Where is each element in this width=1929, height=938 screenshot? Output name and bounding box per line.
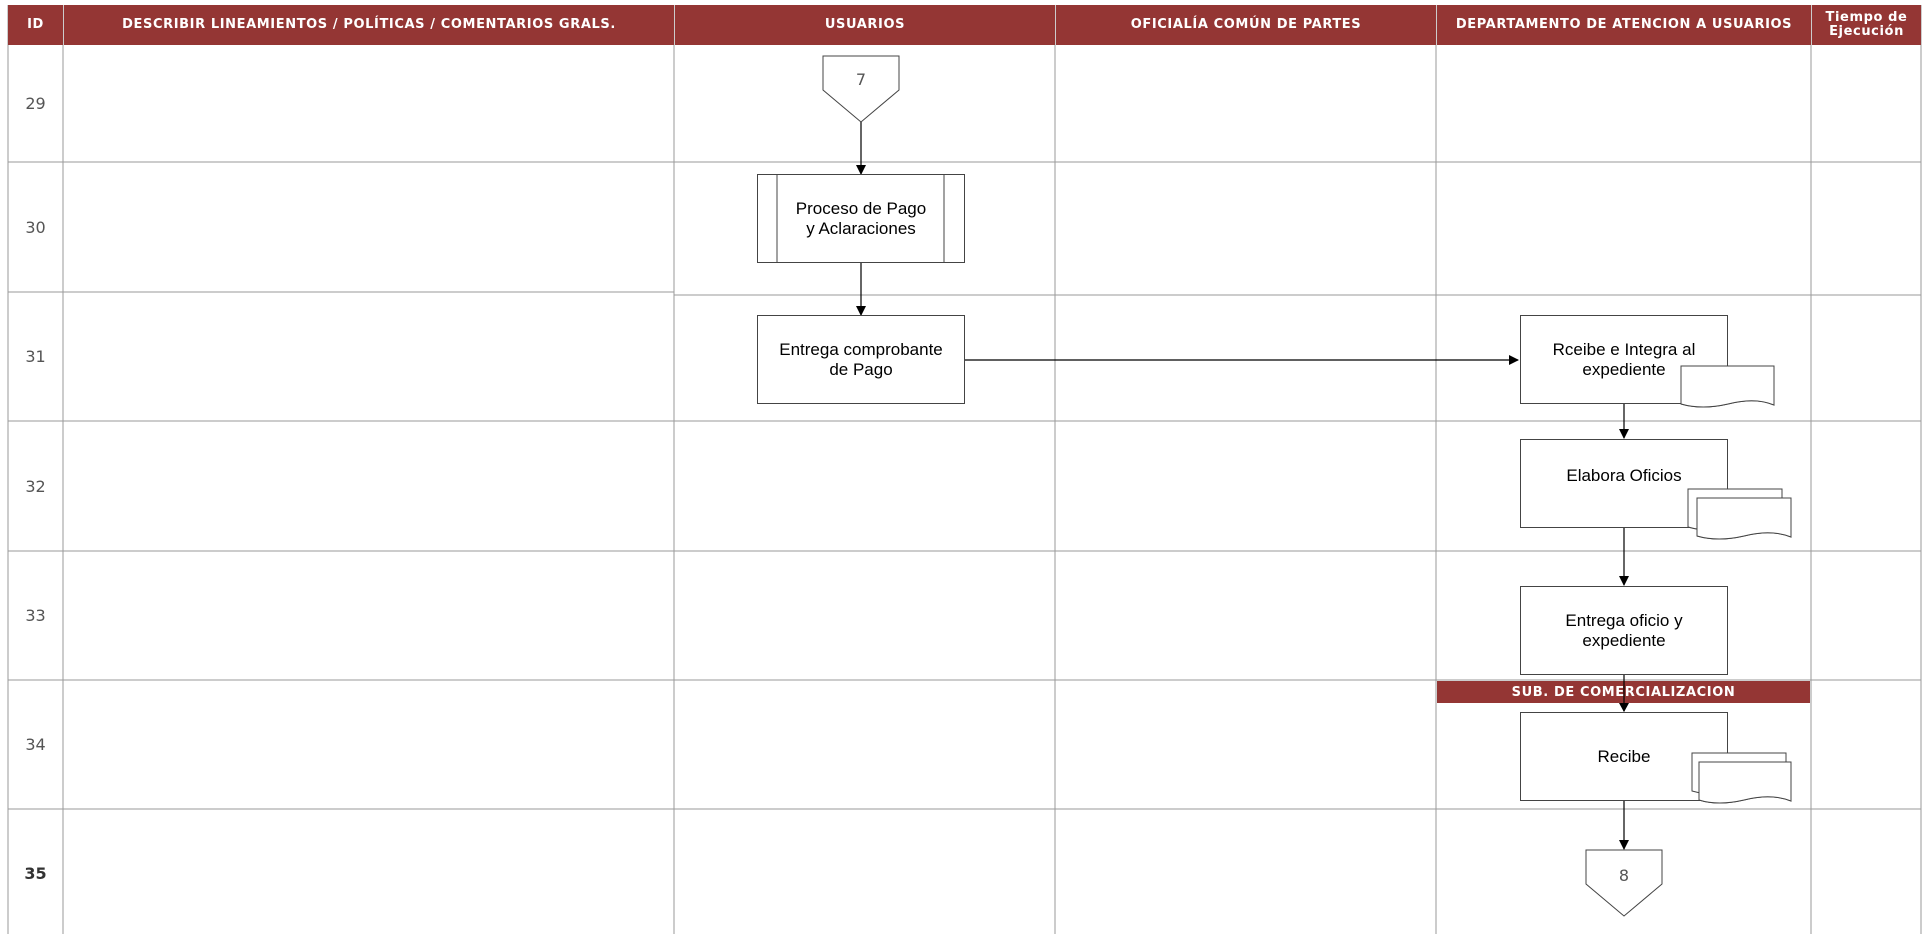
- step-elabora-oficios: Elabora Oficios: [1520, 439, 1728, 528]
- header-id: ID: [8, 5, 63, 45]
- header-tiempo: Tiempo de Ejecución: [1812, 5, 1921, 45]
- header-tiempo-line1: Tiempo de: [1825, 10, 1908, 25]
- step-recibe-integra-line2: expediente: [1582, 360, 1666, 379]
- row-id-33: 33: [25, 606, 46, 625]
- row-id-35: 35: [24, 864, 47, 883]
- header-description: DESCRIBIR LINEAMIENTOS / POLÍTICAS / COM…: [64, 5, 674, 45]
- step-entrega-oficio-line2: expediente: [1582, 630, 1666, 650]
- row-id-29: 29: [25, 94, 46, 113]
- flow-arrows: [856, 122, 1629, 850]
- row-id-34: 34: [25, 735, 46, 754]
- header-oficialia: OFICIALÍA COMÚN DE PARTES: [1056, 5, 1436, 45]
- step-recibe: Recibe: [1520, 712, 1728, 801]
- header-usuarios: USUARIOS: [675, 5, 1055, 45]
- step-recibe-integra: Rceibe e Integra al expediente: [1520, 315, 1728, 404]
- row-id-30: 30: [25, 217, 46, 237]
- step-entrega-comprobante: Entrega comprobante de Pago: [757, 315, 965, 404]
- step-entrega-comprobante-line1: Entrega comprobante: [779, 339, 943, 359]
- step-entrega-oficio: Entrega oficio y expediente: [1520, 586, 1728, 675]
- step-proceso-pago: Proceso de Pago y Aclaraciones: [757, 174, 965, 263]
- connector-8-label: 8: [1618, 865, 1630, 885]
- step-proceso-line2: y Aclaraciones: [806, 218, 916, 238]
- step-proceso-line1: Proceso de Pago: [795, 198, 927, 218]
- sub-comercializacion-label: SUB. DE COMERCIALIZACION: [1437, 681, 1810, 703]
- header-departamento: DEPARTAMENTO DE ATENCION A USUARIOS: [1437, 5, 1811, 45]
- row-id-31: 31: [25, 347, 46, 366]
- step-entrega-comprobante-line2: de Pago: [829, 359, 893, 379]
- step-recibe-integra-line1: Rceibe e Integra al: [1552, 340, 1696, 359]
- connector-7-label: 7: [855, 69, 867, 89]
- step-entrega-oficio-line1: Entrega oficio y: [1565, 610, 1683, 630]
- header-tiempo-line2: Ejecución: [1829, 24, 1904, 39]
- row-id-32: 32: [25, 476, 46, 496]
